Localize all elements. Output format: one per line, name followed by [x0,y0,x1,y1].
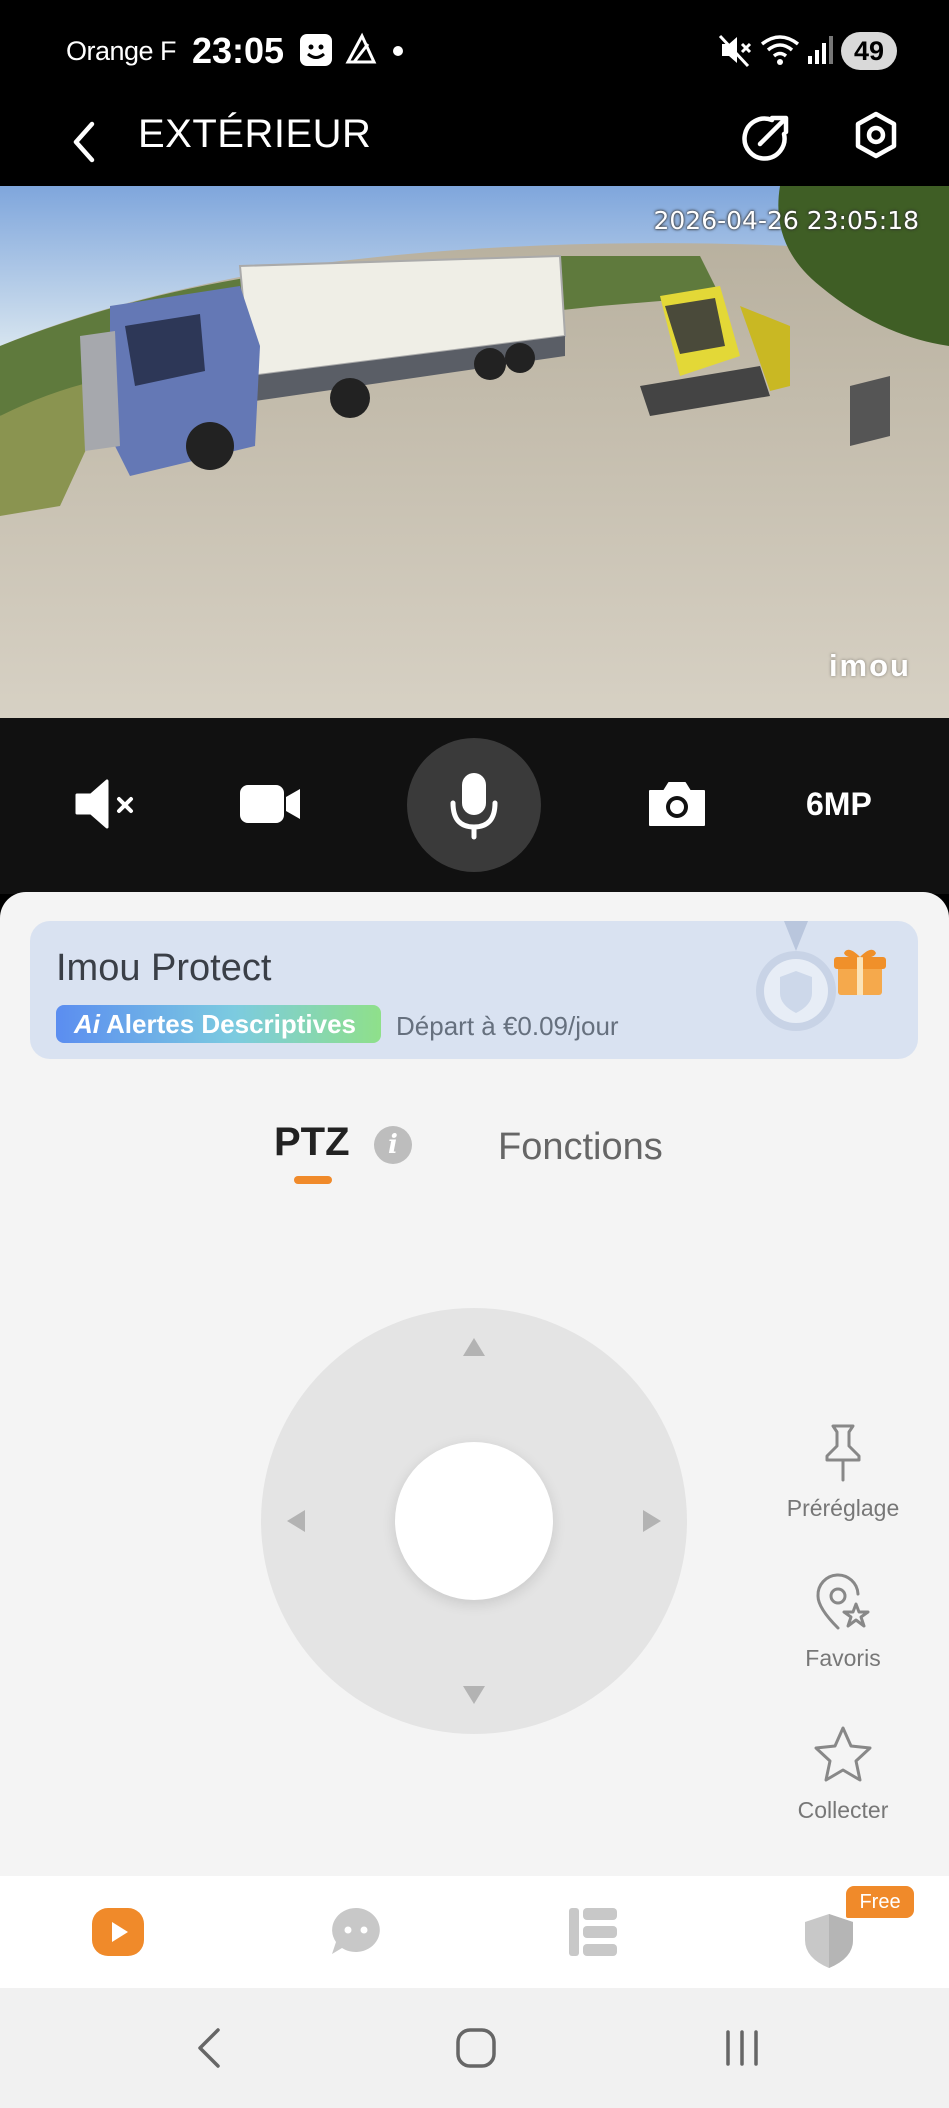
promo-price: Départ à €0.09/jour [396,1011,619,1041]
speaker-muted-icon [75,779,133,829]
dot-icon [392,44,404,62]
system-recents-icon [726,2030,758,2066]
system-back-icon [198,2028,220,2068]
favorites-label: Favoris [805,1645,881,1671]
nav-list[interactable] [563,1902,623,1962]
shield-icon [805,1914,853,1968]
wifi-icon [760,32,800,73]
notification-icon [344,32,378,73]
message-icon [332,1908,380,1954]
mute-icon [718,32,752,73]
camera-icon [649,782,705,826]
video-watermark: imou [828,648,911,683]
ai-alerts-label: Alertes Descriptives [106,1009,357,1039]
settings-hexagon-icon [855,111,897,159]
nav-messages[interactable] [326,1902,386,1962]
location-star-icon [816,1573,870,1630]
collect-label: Collecter [797,1797,889,1823]
settings-button[interactable] [848,106,904,166]
pan-right-icon[interactable] [643,1510,661,1532]
nav-protect[interactable] [799,1910,859,1970]
resolution-button[interactable]: 6MP [806,786,872,823]
status-bar: Orange F 23:05 49 [0,0,949,100]
snapshot-button[interactable] [644,768,710,840]
live-controls-bar: 6MP [0,718,949,894]
page-title: EXTÉRIEUR [138,112,372,156]
collect-button[interactable]: Collecter [763,1724,923,1824]
system-home-icon [456,2028,496,2068]
live-play-icon [92,1908,144,1956]
bottom-nav: Free [0,1876,949,1988]
video-record-icon [240,785,300,823]
talk-button[interactable] [407,738,541,872]
system-nav-bar [0,1988,949,2108]
preset-button[interactable]: Préréglage [763,1422,923,1522]
star-icon [814,1726,872,1782]
pan-up-icon[interactable] [463,1338,485,1356]
ai-mark: Ai [74,1009,100,1039]
nav-live[interactable] [88,1902,148,1962]
control-tabs: PTZ i Fonctions [0,1112,949,1192]
share-button[interactable] [738,106,794,166]
microphone-icon [450,773,498,840]
video-timestamp: 2026-04-26 23:05:18 [653,206,919,235]
medal-icon [756,921,836,1031]
info-icon[interactable]: i [374,1126,412,1164]
system-home-button[interactable] [444,2016,508,2080]
imou-protect-banner[interactable]: Imou Protect Ai Alertes Descriptives Dépa… [30,921,918,1059]
ai-alerts-badge: Ai Alertes Descriptives [56,1005,381,1043]
pin-icon [825,1424,861,1482]
live-video-feed[interactable]: 2026-04-26 23:05:18 imou [0,186,949,718]
joystick-knob[interactable] [395,1442,553,1600]
tab-active-indicator [294,1176,332,1184]
clock: 23:05 [192,30,285,71]
preset-label: Préréglage [786,1495,900,1521]
back-arrow-icon [73,121,95,163]
app-header: EXTÉRIEUR [0,100,949,186]
system-back-button[interactable] [180,2016,244,2080]
tab-fonctions[interactable]: Fonctions [498,1126,663,1169]
promo-title: Imou Protect [56,947,272,989]
free-badge: Free [846,1886,914,1918]
favorites-button[interactable]: Favoris [763,1572,923,1672]
battery-indicator: 49 [841,32,897,70]
pan-left-icon[interactable] [287,1510,305,1532]
tab-ptz[interactable]: PTZ [274,1120,350,1165]
back-button[interactable] [62,110,110,170]
pan-down-icon[interactable] [463,1686,485,1704]
ptz-joystick[interactable] [261,1308,687,1734]
mute-button[interactable] [70,768,146,840]
list-icon [569,1908,617,1956]
carrier-label: Orange F [66,36,177,66]
signal-icon [806,32,836,73]
share-icon [742,115,789,161]
assistant-face-icon [298,32,334,73]
camera-scene-image [0,186,949,718]
record-button[interactable] [236,768,306,840]
system-recents-button[interactable] [710,2016,774,2080]
gift-icon [834,949,886,995]
control-panel: Imou Protect Ai Alertes Descriptives Dépa… [0,892,949,1876]
